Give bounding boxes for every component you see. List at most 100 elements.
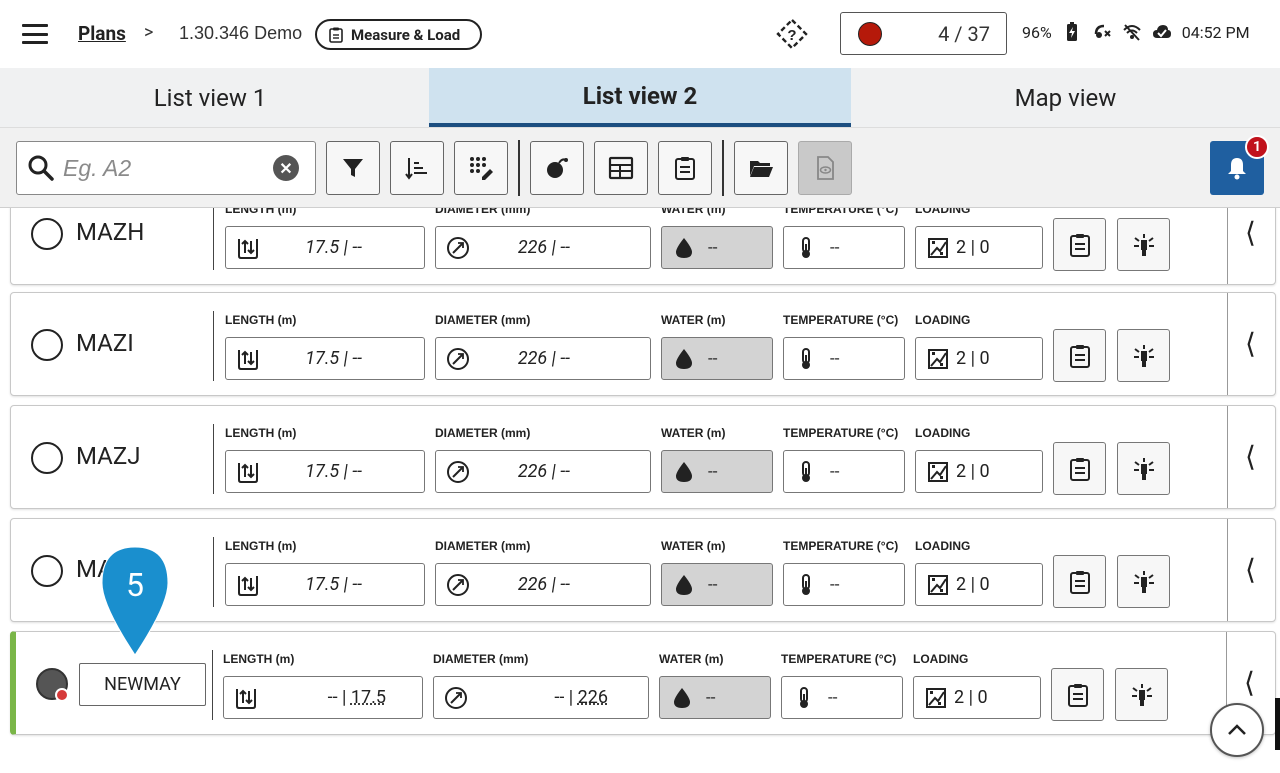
filter-button[interactable]: [326, 141, 380, 195]
expand-chevron-icon[interactable]: ⟨: [1244, 666, 1255, 699]
diameter-value: 226 | --: [517, 461, 570, 482]
mode-button[interactable]: Measure & Load: [315, 19, 482, 50]
loading-field[interactable]: 2 | 0: [915, 337, 1043, 380]
row-report-button[interactable]: [1053, 329, 1106, 382]
search-input[interactable]: [63, 154, 253, 182]
view-document-button[interactable]: [798, 141, 852, 195]
diameter-icon: [447, 236, 469, 259]
temperature-field[interactable]: --: [781, 676, 903, 719]
expand-chevron-icon[interactable]: ⟨: [1245, 216, 1256, 249]
loading-field[interactable]: 2 | 0: [915, 226, 1043, 269]
diameter-field[interactable]: 226 | --: [435, 450, 651, 493]
length-field[interactable]: 17.5 | --: [225, 563, 425, 606]
open-folder-button[interactable]: [734, 141, 788, 195]
diameter-field[interactable]: 226 | --: [435, 226, 651, 269]
row-report-button[interactable]: [1053, 442, 1106, 495]
row-report-button[interactable]: [1051, 668, 1104, 721]
mode-label: Measure & Load: [351, 25, 461, 44]
menu-icon[interactable]: [22, 24, 48, 44]
diameter-value: 226 | --: [517, 348, 570, 369]
temperature-field[interactable]: --: [783, 226, 905, 269]
length-label: LENGTH (m): [225, 208, 297, 216]
row-charge-button[interactable]: [1117, 442, 1170, 495]
temperature-field[interactable]: --: [783, 563, 905, 606]
temperature-value: --: [830, 237, 840, 258]
diameter-measured-value: 226: [577, 687, 608, 708]
loading-field[interactable]: 2 | 0: [915, 563, 1043, 606]
length-field[interactable]: 17.5 | --: [225, 337, 425, 380]
loading-chart-icon: [928, 574, 948, 595]
temperature-field[interactable]: --: [783, 450, 905, 493]
row-charge-button[interactable]: [1117, 218, 1170, 271]
progress-counter[interactable]: 4 / 37: [840, 12, 1007, 55]
temperature-field[interactable]: --: [783, 337, 905, 380]
clipboard-icon: [1069, 457, 1090, 481]
new-list-item[interactable]: NEWMAY LENGTH (m) DIAMETER (mm) WATER (m…: [10, 631, 1276, 735]
bomb-icon: [547, 158, 568, 178]
row-select-radio[interactable]: [31, 442, 63, 474]
edge-bar: [1275, 698, 1280, 750]
expand-chevron-icon[interactable]: ⟨: [1245, 553, 1256, 586]
row-name: MAZJ: [76, 442, 141, 470]
loading-field[interactable]: 2 | 0: [913, 676, 1041, 719]
scroll-to-top-button[interactable]: [1210, 703, 1264, 757]
temperature-value: --: [830, 348, 840, 369]
length-field[interactable]: 17.5 | --: [225, 226, 425, 269]
water-field[interactable]: --: [659, 676, 771, 719]
water-label: WATER (m): [661, 426, 726, 440]
diameter-label: DIAMETER (mm): [433, 652, 529, 666]
diameter-field[interactable]: -- | 226: [433, 676, 649, 719]
tab-list-view-1[interactable]: List view 1: [0, 68, 420, 127]
detonator-button[interactable]: [530, 141, 584, 195]
help-icon[interactable]: ?: [776, 18, 808, 50]
pattern-edit-button[interactable]: [454, 141, 508, 195]
list-item[interactable]: MAZH LENGTH (m) DIAMETER (mm) WATER (m) …: [10, 208, 1276, 285]
diameter-field[interactable]: 226 | --: [435, 563, 651, 606]
table-button[interactable]: [594, 141, 648, 195]
breadcrumb-plans-link[interactable]: Plans: [78, 22, 126, 45]
loading-field[interactable]: 2 | 0: [915, 450, 1043, 493]
tab-map-view[interactable]: Map view: [851, 68, 1280, 127]
temperature-label: TEMPERATURE (°C): [781, 652, 897, 666]
thermometer-icon: [800, 686, 808, 708]
row-report-button[interactable]: [1053, 218, 1106, 271]
expand-chevron-icon[interactable]: ⟨: [1245, 440, 1256, 473]
list-item[interactable]: MAZI LENGTH (m) DIAMETER (mm) WATER (m) …: [10, 292, 1276, 396]
row-divider: [213, 424, 214, 494]
error-indicator-icon: [55, 688, 69, 702]
diameter-icon: [445, 686, 467, 709]
explosive-charge-icon: [1133, 570, 1154, 593]
gps-off-icon: [1094, 24, 1111, 38]
row-select-radio[interactable]: [31, 218, 63, 250]
clear-search-icon[interactable]: ✕: [273, 155, 299, 181]
diameter-value: 226 | --: [517, 574, 570, 595]
document-preview-icon: [817, 156, 834, 180]
diameter-field[interactable]: 226 | --: [435, 337, 651, 380]
row-select-radio[interactable]: [31, 329, 63, 361]
new-hole-name-field[interactable]: NEWMAY: [79, 663, 206, 706]
length-field[interactable]: 17.5 | --: [225, 450, 425, 493]
length-icon: [238, 462, 258, 483]
expand-chevron-icon[interactable]: ⟨: [1245, 327, 1256, 360]
row-charge-button[interactable]: [1117, 329, 1170, 382]
row-charge-button[interactable]: [1115, 668, 1168, 721]
length-field[interactable]: -- | 17.5: [223, 676, 423, 719]
water-value: --: [708, 348, 718, 369]
diameter-icon: [447, 573, 469, 596]
row-charge-button[interactable]: [1117, 555, 1170, 608]
loading-value: 2 | 0: [954, 687, 988, 708]
report-button[interactable]: [658, 141, 712, 195]
water-field[interactable]: --: [661, 450, 773, 493]
list-item[interactable]: MA LENGTH (m) DIAMETER (mm) WATER (m) TE…: [10, 518, 1276, 622]
chevron-up-icon: [1228, 724, 1246, 735]
row-select-radio[interactable]: [31, 555, 63, 587]
water-field[interactable]: --: [661, 563, 773, 606]
sort-button[interactable]: [390, 141, 444, 195]
list-item[interactable]: MAZJ LENGTH (m) DIAMETER (mm) WATER (m) …: [10, 405, 1276, 509]
loading-value: 2 | 0: [956, 348, 990, 369]
loading-label: LOADING: [915, 208, 971, 216]
tab-list-view-2[interactable]: List view 2: [429, 68, 851, 127]
row-report-button[interactable]: [1053, 555, 1106, 608]
water-field[interactable]: --: [661, 337, 773, 380]
water-field[interactable]: --: [661, 226, 773, 269]
